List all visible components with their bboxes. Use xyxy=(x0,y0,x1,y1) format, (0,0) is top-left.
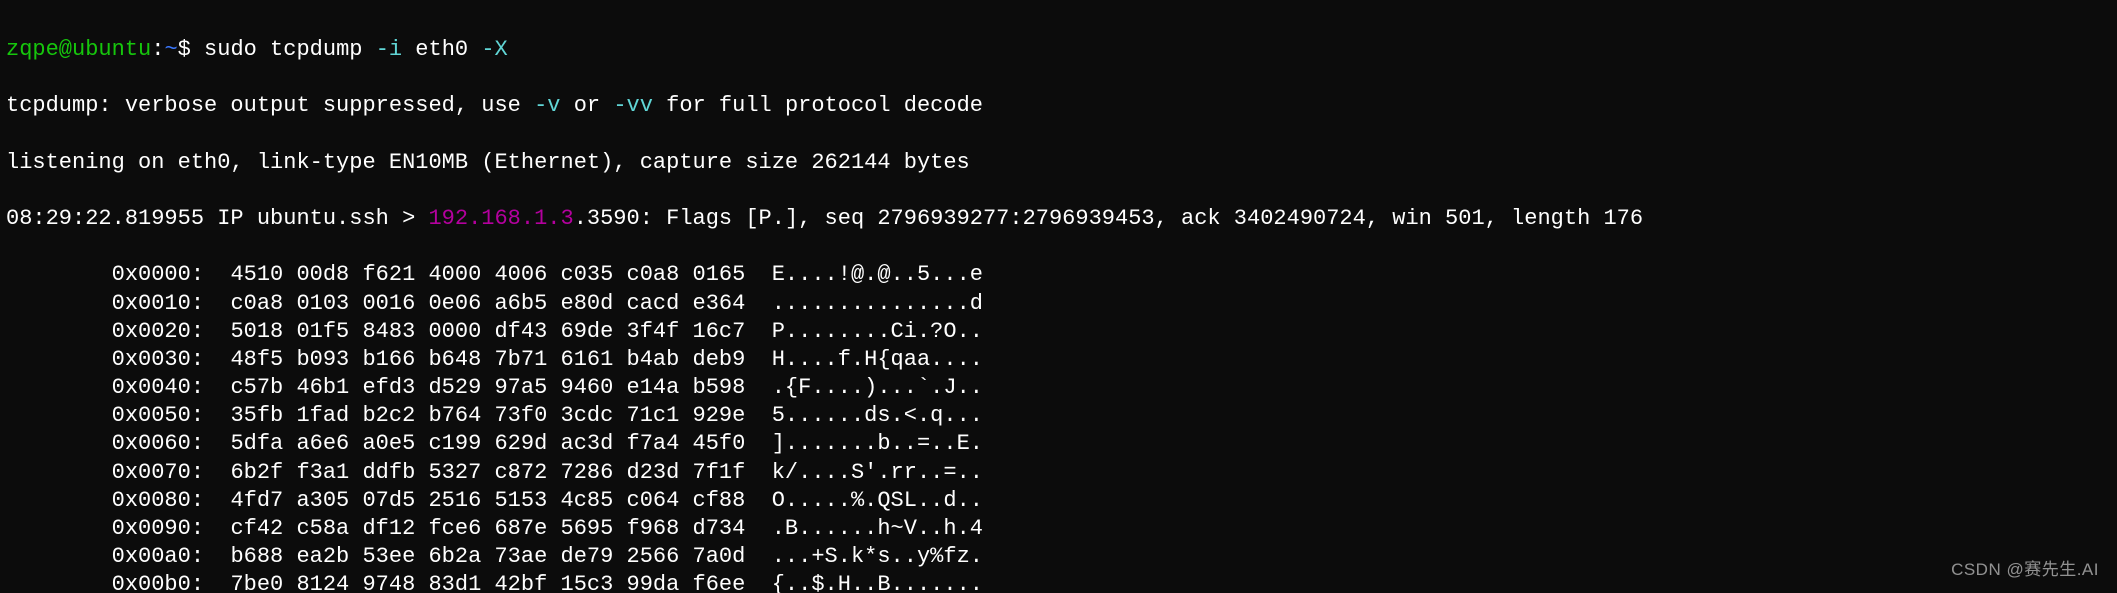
cmd-base: sudo tcpdump xyxy=(204,37,376,62)
flag-x: -X xyxy=(481,37,507,62)
hex-row: 0x00b0: 7be0 8124 9748 83d1 42bf 15c3 99… xyxy=(6,571,2111,593)
verbose-pre: tcpdump: verbose output suppressed, use xyxy=(6,93,534,118)
hex-offset: 0x0020: xyxy=(6,319,230,344)
flag-v: -v xyxy=(534,93,560,118)
hex-row: 0x0030: 48f5 b093 b166 b648 7b71 6161 b4… xyxy=(6,346,2111,374)
hex-row: 0x0060: 5dfa a6e6 a0e5 c199 629d ac3d f7… xyxy=(6,430,2111,458)
hex-offset: 0x0000: xyxy=(6,262,230,287)
iface-arg: eth0 xyxy=(402,37,481,62)
hex-bytes: 7be0 8124 9748 83d1 42bf 15c3 99da f6ee xyxy=(230,572,771,593)
verbose-mid: or xyxy=(561,93,614,118)
hex-offset: 0x0050: xyxy=(6,403,230,428)
hex-bytes: 6b2f f3a1 ddfb 5327 c872 7286 d23d 7f1f xyxy=(230,460,771,485)
packet-post: .3590: Flags [P.], seq 2796939277:279693… xyxy=(574,206,1643,231)
hex-ascii: .{F....)...`.J.. xyxy=(772,375,983,400)
hex-ascii: {..$.H..B....... xyxy=(772,572,983,593)
watermark: CSDN @赛先生.AI xyxy=(1951,559,2099,581)
hex-offset: 0x00b0: xyxy=(6,572,230,593)
flag-vv: -vv xyxy=(613,93,653,118)
hex-offset: 0x0090: xyxy=(6,516,230,541)
terminal-output[interactable]: zqpe@ubuntu:~$ sudo tcpdump -i eth0 -X t… xyxy=(0,0,2117,593)
flag-i: -i xyxy=(376,37,402,62)
packet-pre: 08:29:22.819955 IP ubuntu.ssh > xyxy=(6,206,428,231)
hex-ascii: .B......h~V..h.4 xyxy=(772,516,983,541)
hex-bytes: c0a8 0103 0016 0e06 a6b5 e80d cacd e364 xyxy=(230,291,771,316)
hex-row: 0x00a0: b688 ea2b 53ee 6b2a 73ae de79 25… xyxy=(6,543,2111,571)
hex-row: 0x0080: 4fd7 a305 07d5 2516 5153 4c85 c0… xyxy=(6,487,2111,515)
hex-ascii: ].......b..=..E. xyxy=(772,431,983,456)
hex-offset: 0x0010: xyxy=(6,291,230,316)
hex-ascii: P........Ci.?O.. xyxy=(772,319,983,344)
hex-bytes: c57b 46b1 efd3 d529 97a5 9460 e14a b598 xyxy=(230,375,771,400)
hex-row: 0x0010: c0a8 0103 0016 0e06 a6b5 e80d ca… xyxy=(6,290,2111,318)
colon: : xyxy=(151,37,164,62)
verbose-line: tcpdump: verbose output suppressed, use … xyxy=(6,92,2111,120)
hex-bytes: 4510 00d8 f621 4000 4006 c035 c0a8 0165 xyxy=(230,262,771,287)
hex-bytes: 48f5 b093 b166 b648 7b71 6161 b4ab deb9 xyxy=(230,347,771,372)
hex-ascii: 5......ds.<.q... xyxy=(772,403,983,428)
hex-ascii: ...............d xyxy=(772,291,983,316)
hex-bytes: 35fb 1fad b2c2 b764 73f0 3cdc 71c1 929e xyxy=(230,403,771,428)
dest-ip: 192.168.1.3 xyxy=(428,206,573,231)
hex-row: 0x0070: 6b2f f3a1 ddfb 5327 c872 7286 d2… xyxy=(6,459,2111,487)
hex-bytes: 5dfa a6e6 a0e5 c199 629d ac3d f7a4 45f0 xyxy=(230,431,771,456)
hex-row: 0x0040: c57b 46b1 efd3 d529 97a5 9460 e1… xyxy=(6,374,2111,402)
hex-row: 0x0000: 4510 00d8 f621 4000 4006 c035 c0… xyxy=(6,261,2111,289)
hex-offset: 0x0040: xyxy=(6,375,230,400)
hex-bytes: cf42 c58a df12 fce6 687e 5695 f968 d734 xyxy=(230,516,771,541)
hex-row: 0x0050: 35fb 1fad b2c2 b764 73f0 3cdc 71… xyxy=(6,402,2111,430)
hex-ascii: k/....S'.rr..=.. xyxy=(772,460,983,485)
verbose-post: for full protocol decode xyxy=(653,93,983,118)
hex-offset: 0x00a0: xyxy=(6,544,230,569)
user-host: zqpe@ubuntu xyxy=(6,37,151,62)
hex-offset: 0x0070: xyxy=(6,460,230,485)
hex-ascii: ...+S.k*s..y%fz. xyxy=(772,544,983,569)
hex-ascii: O.....%.QSL..d.. xyxy=(772,488,983,513)
hex-row: 0x0090: cf42 c58a df12 fce6 687e 5695 f9… xyxy=(6,515,2111,543)
listening-line: listening on eth0, link-type EN10MB (Eth… xyxy=(6,149,2111,177)
hex-bytes: 4fd7 a305 07d5 2516 5153 4c85 c064 cf88 xyxy=(230,488,771,513)
prompt-line: zqpe@ubuntu:~$ sudo tcpdump -i eth0 -X xyxy=(6,36,2111,64)
packet-header-line: 08:29:22.819955 IP ubuntu.ssh > 192.168.… xyxy=(6,205,2111,233)
dollar-sign: $ xyxy=(178,37,204,62)
hex-ascii: E....!@.@..5...e xyxy=(772,262,983,287)
hex-bytes: b688 ea2b 53ee 6b2a 73ae de79 2566 7a0d xyxy=(230,544,771,569)
cwd-path: ~ xyxy=(164,37,177,62)
hex-row: 0x0020: 5018 01f5 8483 0000 df43 69de 3f… xyxy=(6,318,2111,346)
hex-offset: 0x0060: xyxy=(6,431,230,456)
hex-bytes: 5018 01f5 8483 0000 df43 69de 3f4f 16c7 xyxy=(230,319,771,344)
hex-offset: 0x0080: xyxy=(6,488,230,513)
hex-dump: 0x0000: 4510 00d8 f621 4000 4006 c035 c0… xyxy=(6,261,2111,593)
hex-ascii: H....f.H{qaa.... xyxy=(772,347,983,372)
hex-offset: 0x0030: xyxy=(6,347,230,372)
